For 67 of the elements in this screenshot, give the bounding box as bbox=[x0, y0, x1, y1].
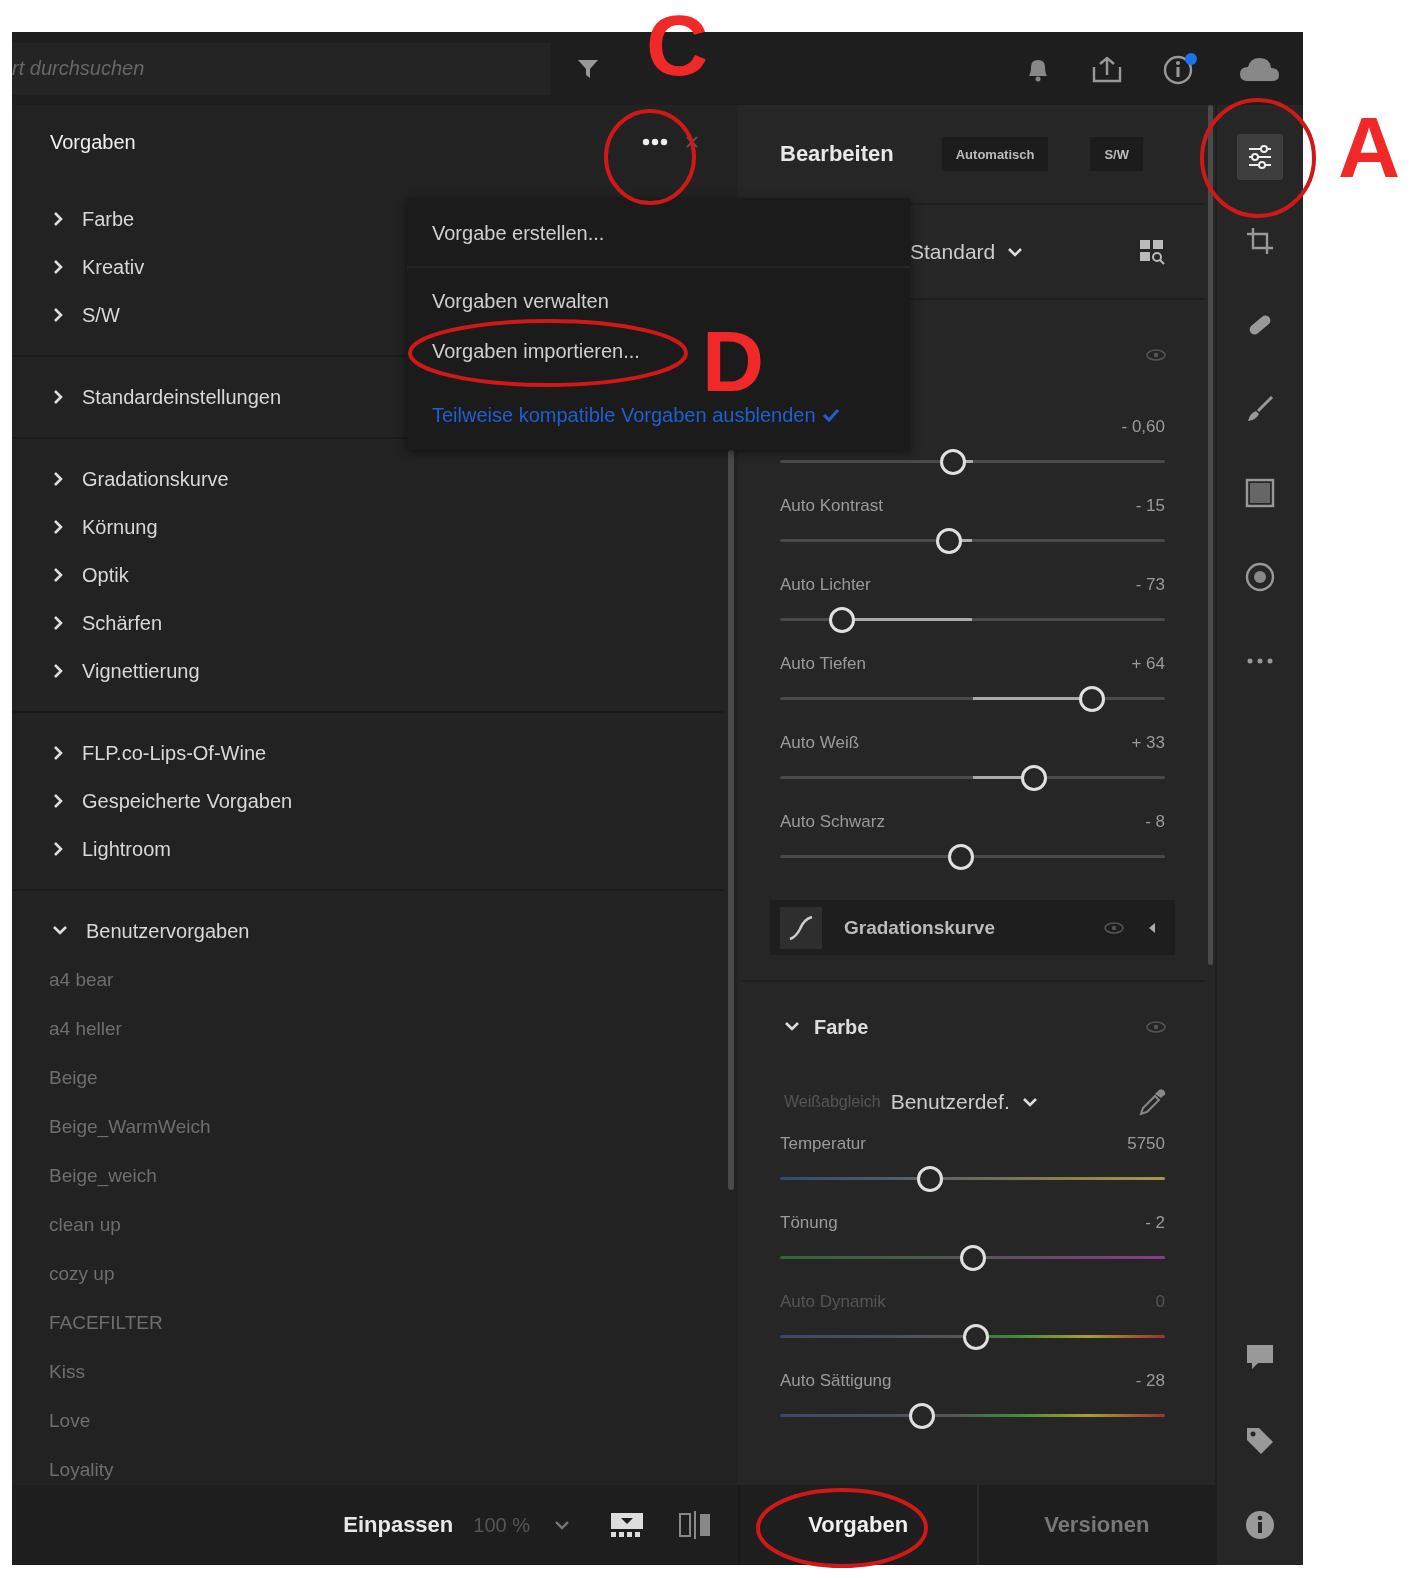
slider-thumb[interactable] bbox=[940, 448, 967, 475]
slider-thumb[interactable] bbox=[1021, 764, 1048, 791]
slider-label: Tönung bbox=[780, 1213, 838, 1233]
slider-thumb[interactable] bbox=[936, 527, 963, 554]
slider-value: - 8 bbox=[1145, 812, 1165, 832]
info-icon[interactable] bbox=[1163, 52, 1199, 85]
slider-label: Auto Schwarz bbox=[780, 812, 885, 832]
tag-icon[interactable] bbox=[1244, 1425, 1276, 1457]
crop-icon bbox=[1244, 225, 1276, 257]
auto-button[interactable]: S/W bbox=[1090, 137, 1143, 171]
auto-button[interactable]: Automatisch bbox=[941, 137, 1049, 171]
radial-circle-icon bbox=[1244, 561, 1276, 593]
preset-group[interactable]: FLP.co-Lips-Of-Wine bbox=[12, 729, 724, 777]
slider-value: - 28 bbox=[1135, 1371, 1165, 1391]
section-title[interactable]: Farbe bbox=[814, 1015, 869, 1039]
slider-thumb[interactable] bbox=[947, 843, 974, 870]
share-icon[interactable] bbox=[1091, 54, 1123, 83]
slider-thumb[interactable] bbox=[828, 606, 855, 633]
search-field[interactable]: rt durchsuchen bbox=[12, 42, 550, 95]
slider-label: Auto Sättigung bbox=[780, 1371, 892, 1391]
slider-label: Auto Tiefen bbox=[780, 654, 866, 674]
slider-thumb[interactable] bbox=[1078, 685, 1105, 712]
slider-thumb[interactable] bbox=[909, 1402, 936, 1429]
slider-value: - 0,60 bbox=[1121, 417, 1165, 437]
eyedropper-icon[interactable] bbox=[1137, 1086, 1167, 1118]
preset-group[interactable]: Schärfen bbox=[12, 599, 724, 647]
more-icon bbox=[1247, 658, 1273, 664]
scrollbar-thumb[interactable] bbox=[1207, 105, 1213, 965]
annotation-letter: A bbox=[1338, 104, 1401, 190]
preset-group[interactable]: Optik bbox=[12, 551, 724, 599]
slider-thumb[interactable] bbox=[959, 1244, 986, 1271]
slider-label: Temperatur bbox=[780, 1134, 866, 1154]
scrollbar-thumb[interactable] bbox=[728, 450, 734, 1190]
gradient-square-icon bbox=[1244, 477, 1276, 509]
grid-icon[interactable] bbox=[1139, 238, 1165, 265]
slider-value: + 64 bbox=[1131, 654, 1165, 674]
info-icon[interactable] bbox=[1244, 1509, 1276, 1541]
preset-group[interactable]: Lightroom bbox=[12, 825, 724, 873]
zoom-mode[interactable]: Einpassen bbox=[343, 1512, 454, 1538]
menu-item[interactable]: Vorgaben importieren... bbox=[407, 326, 665, 376]
panel-title: Vorgaben bbox=[50, 130, 136, 154]
balance-mode-dropdown[interactable]: Benutzerdef. bbox=[890, 1090, 1038, 1114]
chevron-down-icon bbox=[1021, 1095, 1038, 1109]
slider-value: + 33 bbox=[1131, 733, 1165, 753]
slider-value: 5750 bbox=[1127, 1134, 1165, 1154]
panel-tab[interactable]: Versionen bbox=[976, 1485, 1215, 1565]
curve-icon bbox=[780, 906, 822, 949]
slider-thumb[interactable] bbox=[917, 1165, 944, 1192]
more-icon bbox=[642, 138, 668, 146]
preset-group[interactable]: Körnung bbox=[12, 503, 724, 551]
preset-group[interactable]: Gespeicherte Vorgaben bbox=[12, 777, 724, 825]
close-icon[interactable] bbox=[686, 136, 698, 148]
slider-value: - 2 bbox=[1145, 1213, 1165, 1233]
preset-group[interactable]: Vignettierung bbox=[12, 647, 724, 695]
sliders-tool[interactable] bbox=[1237, 134, 1283, 180]
panel-tab[interactable]: Vorgaben bbox=[740, 1485, 977, 1565]
slider-label: Auto Weiß bbox=[780, 733, 860, 753]
slider-value: - 15 bbox=[1135, 496, 1165, 516]
section-header[interactable]: Gradationskurve bbox=[770, 900, 1175, 955]
slider-value: - 73 bbox=[1135, 575, 1165, 595]
panel-title: Bearbeiten bbox=[780, 141, 894, 167]
preset-group[interactable]: Gradationskurve bbox=[12, 455, 724, 503]
slider-label: Auto Kontrast bbox=[780, 496, 883, 516]
eye-icon bbox=[1103, 920, 1125, 935]
preset-group[interactable]: Benutzervorgaben bbox=[12, 907, 724, 955]
profile-dropdown[interactable]: Standard bbox=[910, 239, 1024, 264]
slider-label: Auto Lichter bbox=[780, 575, 871, 595]
